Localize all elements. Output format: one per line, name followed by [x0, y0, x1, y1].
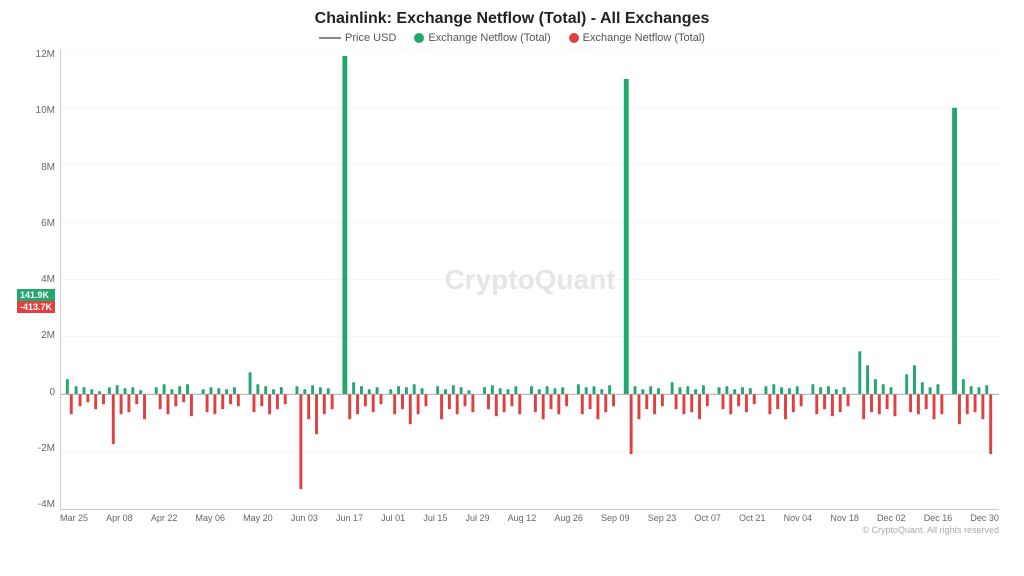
legend-price-label: Price USD — [345, 32, 396, 44]
x-label-aug12: Aug 12 — [508, 513, 537, 523]
y-label-4m: 4M — [41, 275, 55, 285]
chart-legend: Price USD Exchange Netflow (Total) Excha… — [15, 32, 1009, 44]
legend-price: Price USD — [319, 32, 396, 44]
y-label-neg2m: -2M — [38, 444, 55, 454]
legend-netflow-neg-label: Exchange Netflow (Total) — [583, 32, 705, 44]
y-label-8m: 8M — [41, 163, 55, 173]
price-line-icon — [319, 37, 341, 39]
chart-container: Chainlink: Exchange Netflow (Total) - Al… — [0, 0, 1024, 576]
legend-netflow-pos-label: Exchange Netflow (Total) — [428, 32, 550, 44]
y-label-2m: 2M — [41, 331, 55, 341]
x-label-dec16: Dec 16 — [924, 513, 953, 523]
y-axis: 12M 10M 8M 6M 4M 2M 0 -2M -4M — [15, 50, 60, 510]
x-label-jul15: Jul 15 — [423, 513, 447, 523]
x-label-jun17: Jun 17 — [336, 513, 363, 523]
chart-area: 141.9K -413.7K CryptoQuant — [60, 50, 999, 510]
x-label-apr08: Apr 08 — [106, 513, 133, 523]
x-label-may06: May 06 — [196, 513, 226, 523]
x-label-jul29: Jul 29 — [466, 513, 490, 523]
y-label-10m: 10M — [36, 106, 55, 116]
x-label-nov04: Nov 04 — [784, 513, 813, 523]
positive-badge: 141.9K — [17, 289, 55, 301]
negative-badge: -413.7K — [17, 301, 55, 313]
x-label-nov18: Nov 18 — [830, 513, 859, 523]
x-label-aug26: Aug 26 — [554, 513, 583, 523]
y-label-12m: 12M — [36, 50, 55, 60]
x-label-jul01: Jul 01 — [381, 513, 405, 523]
green-dot-icon — [414, 33, 424, 43]
x-label-oct21: Oct 21 — [739, 513, 766, 523]
x-label-sep09: Sep 09 — [601, 513, 630, 523]
y-label-6m: 6M — [41, 219, 55, 229]
x-label-jun03: Jun 03 — [291, 513, 318, 523]
chart-title: Chainlink: Exchange Netflow (Total) - Al… — [15, 10, 1009, 28]
chart-svg — [61, 50, 999, 509]
x-label-sep23: Sep 23 — [648, 513, 677, 523]
legend-netflow-negative: Exchange Netflow (Total) — [569, 32, 705, 44]
x-label-mar25: Mar 25 — [60, 513, 88, 523]
x-axis: Mar 25 Apr 08 Apr 22 May 06 May 20 Jun 0… — [60, 510, 999, 523]
red-dot-icon — [569, 33, 579, 43]
y-label-neg4m: -4M — [38, 500, 55, 510]
x-label-may20: May 20 — [243, 513, 273, 523]
value-badges: 141.9K -413.7K — [17, 289, 55, 313]
x-label-apr22: Apr 22 — [151, 513, 178, 523]
x-label-oct07: Oct 07 — [694, 513, 721, 523]
copyright-text: © CryptoQuant. All rights reserved — [15, 525, 999, 535]
y-label-0: 0 — [49, 388, 55, 398]
legend-netflow-positive: Exchange Netflow (Total) — [414, 32, 550, 44]
x-label-dec30: Dec 30 — [970, 513, 999, 523]
x-label-dec02: Dec 02 — [877, 513, 906, 523]
